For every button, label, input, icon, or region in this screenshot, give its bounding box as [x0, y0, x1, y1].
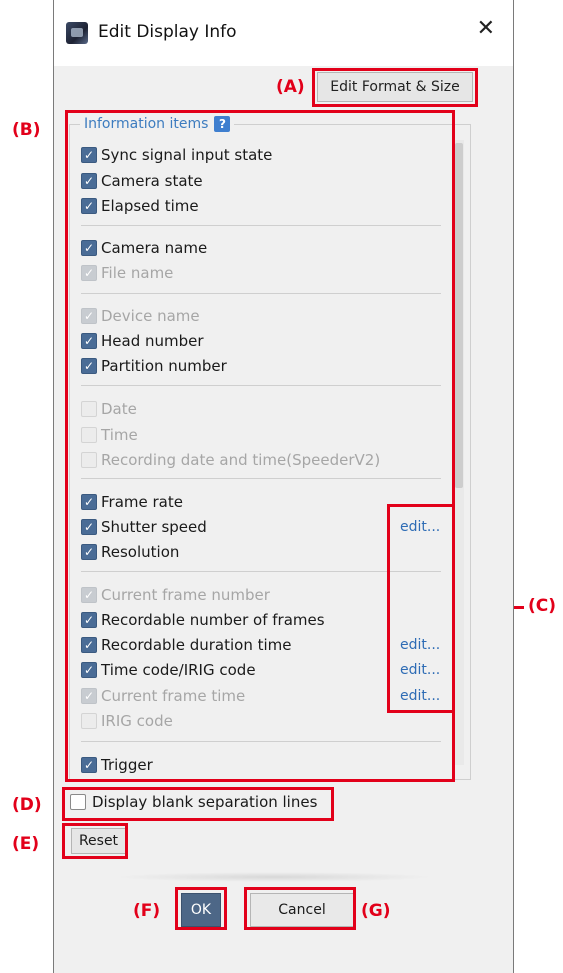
annotation-c-box [387, 504, 455, 713]
divider-shadow [114, 872, 434, 882]
annotation-c-label: (C) [528, 596, 557, 616]
annotation-e-label: (E) [12, 834, 40, 854]
camera-app-icon [66, 22, 88, 44]
title-bar: Edit Display Info ✕ [54, 0, 513, 66]
annotation-d-label: (D) [12, 795, 42, 815]
annotation-g-box [244, 887, 356, 930]
annotation-e-box [62, 823, 128, 859]
scrollbar-thumb[interactable] [455, 143, 463, 488]
close-icon[interactable]: ✕ [477, 18, 495, 40]
edit-display-info-dialog: Edit Display Info ✕ (A) Edit Format & Si… [53, 0, 514, 973]
annotation-f-label: (F) [133, 901, 161, 921]
annotation-g-label: (G) [361, 901, 391, 921]
annotation-a-label: (A) [276, 77, 305, 97]
annotation-f-box [175, 887, 227, 930]
annotation-a-box [312, 68, 478, 107]
dialog-title: Edit Display Info [98, 22, 237, 42]
annotation-d-box [62, 787, 334, 821]
annotation-b-label: (B) [12, 120, 41, 140]
